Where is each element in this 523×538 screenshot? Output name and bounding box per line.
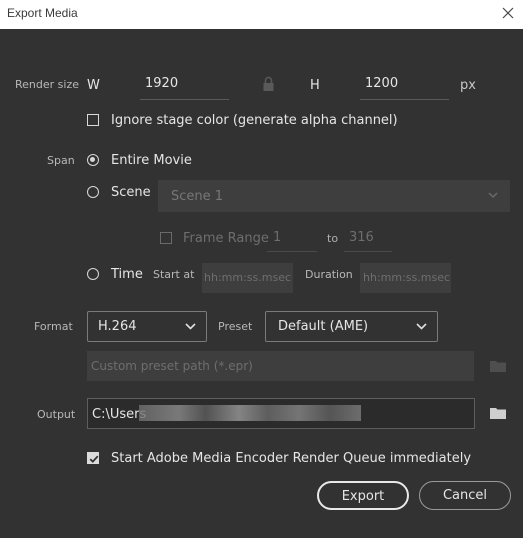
width-field[interactable]: 1920 [140, 70, 229, 100]
export-button[interactable]: Export [317, 481, 409, 510]
height-field[interactable]: 1200 [360, 70, 449, 100]
format-label: Format [34, 320, 73, 333]
output-label: Output [37, 408, 76, 421]
redacted-path [139, 405, 361, 421]
format-value: H.264 [98, 319, 137, 334]
time-label: Time [111, 267, 143, 282]
start-ame-checkbox[interactable] [87, 452, 99, 464]
title-bar: Export Media [0, 0, 523, 29]
duration-field[interactable]: hh:mm:ss.msec [360, 263, 451, 293]
frame-range-checkbox[interactable] [160, 232, 172, 244]
preset-label: Preset [218, 320, 253, 333]
custom-preset-field[interactable]: Custom preset path (*.epr) [87, 351, 474, 381]
format-dropdown[interactable]: H.264 [87, 311, 207, 342]
frame-range-label: Frame Range [183, 231, 269, 246]
height-value: 1200 [365, 76, 399, 91]
start-ame-label: Start Adobe Media Encoder Render Queue i… [111, 451, 472, 466]
frame-range-to-value: 316 [349, 230, 374, 245]
entire-movie-radio[interactable] [87, 154, 99, 166]
frame-range-from-value: 1 [273, 230, 282, 245]
custom-preset-placeholder: Custom preset path (*.epr) [91, 359, 253, 373]
frame-range-from-field[interactable]: 1 [267, 224, 317, 252]
preset-value: Default (AME) [278, 319, 369, 334]
render-size-label: Render size [15, 78, 79, 91]
close-icon[interactable] [499, 4, 517, 22]
ignore-stage-color-checkbox[interactable] [87, 114, 99, 126]
cancel-button[interactable]: Cancel [419, 481, 511, 510]
folder-icon[interactable] [490, 360, 506, 372]
checkmark-icon [89, 455, 99, 463]
start-at-placeholder: hh:mm:ss.msec [204, 271, 292, 284]
time-radio[interactable] [87, 268, 99, 280]
duration-label: Duration [305, 268, 353, 281]
chevron-down-icon [488, 192, 498, 199]
frame-range-to-field[interactable]: 316 [344, 224, 392, 252]
chevron-down-icon [416, 323, 427, 330]
height-label: H [310, 78, 320, 93]
frame-range-to-label: to [327, 232, 339, 245]
ignore-stage-color-label: Ignore stage color (generate alpha chann… [111, 113, 398, 128]
scene-radio[interactable] [87, 186, 99, 198]
folder-icon[interactable] [490, 407, 506, 419]
width-label: W [87, 78, 100, 93]
preset-dropdown[interactable]: Default (AME) [265, 311, 438, 342]
start-at-label: Start at [153, 268, 195, 281]
width-value: 1920 [145, 76, 179, 91]
duration-placeholder: hh:mm:ss.msec [363, 271, 451, 284]
window-title: Export Media [7, 6, 78, 20]
scene-dropdown-value: Scene 1 [171, 189, 224, 204]
span-label: Span [47, 154, 75, 167]
chevron-down-icon [185, 323, 196, 330]
lock-icon[interactable] [262, 76, 275, 92]
entire-movie-label: Entire Movie [111, 153, 192, 168]
start-at-field[interactable]: hh:mm:ss.msec [202, 263, 293, 293]
unit-label: px [460, 78, 476, 93]
scene-dropdown[interactable]: Scene 1 [158, 180, 510, 212]
scene-label: Scene [111, 185, 151, 200]
